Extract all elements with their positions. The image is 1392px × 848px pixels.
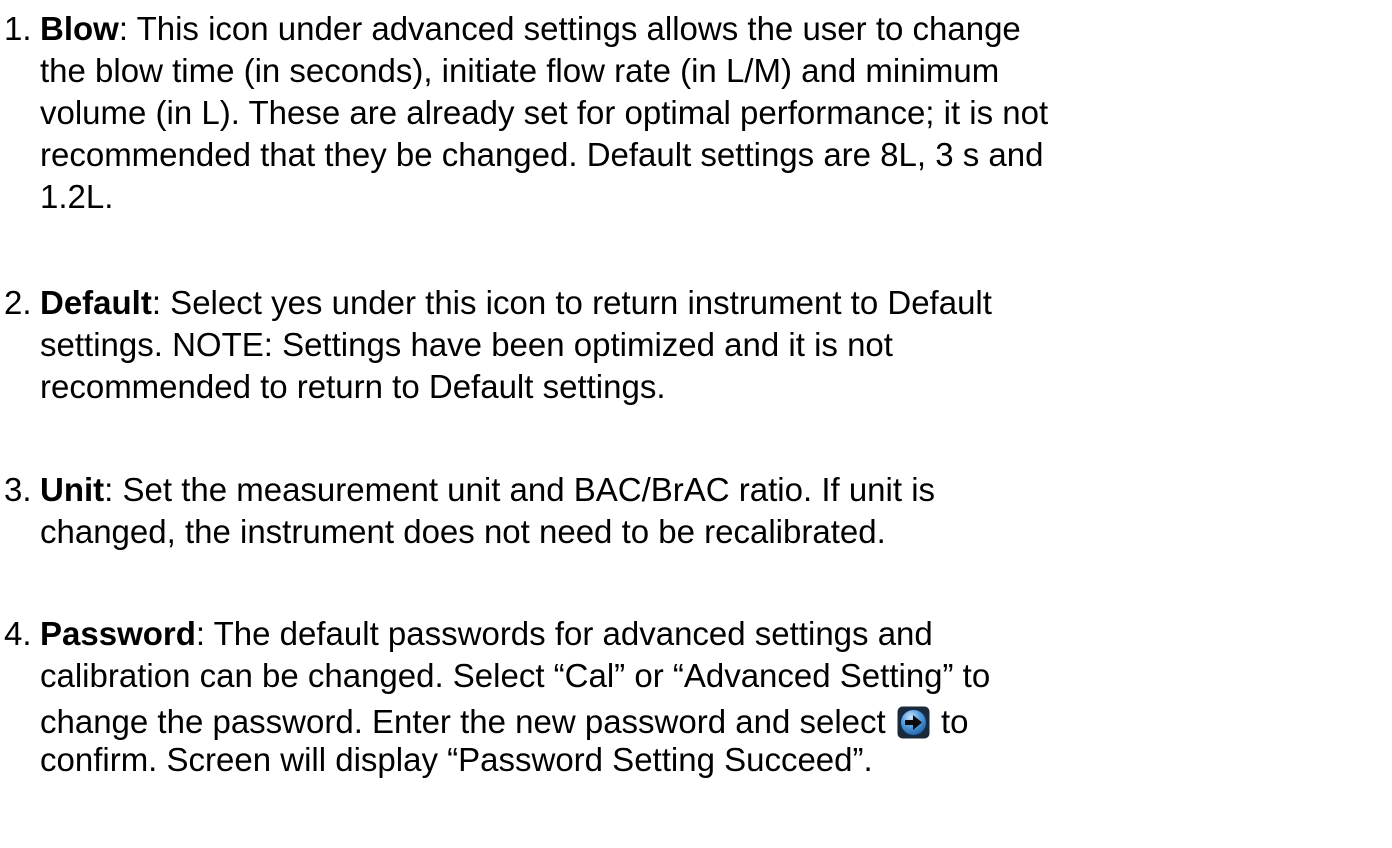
text-fragment: to: [931, 703, 969, 740]
text-line: changed, the instrument does not need to…: [40, 513, 886, 550]
text-line: recommended that they be changed. Defaul…: [40, 136, 1044, 173]
list-item-default: 2. Default: Select yes under this icon t…: [0, 282, 1392, 408]
list-item-body: Password: The default passwords for adva…: [40, 613, 1388, 781]
list-item-blow: 1. Blow: This icon under advanced settin…: [0, 8, 1392, 218]
list-number: 1.: [4, 10, 32, 47]
text-line: calibration can be changed. Select “Cal”…: [40, 657, 991, 694]
list-number: 3.: [4, 471, 32, 508]
text-line: recommended to return to Default setting…: [40, 368, 666, 405]
term-unit: Unit: [40, 471, 105, 508]
term-default: Default: [40, 284, 152, 321]
arrow-right-circle-icon: [897, 703, 930, 739]
document-page: 1. Blow: This icon under advanced settin…: [0, 0, 1392, 848]
text-line: confirm. Screen will display “Password S…: [40, 741, 873, 778]
list-item-body: Blow: This icon under advanced settings …: [40, 8, 1388, 218]
list-number: 4.: [4, 615, 32, 652]
text-fragment: change the password. Enter the new passw…: [40, 703, 895, 740]
text-fragment: : This icon under advanced settings allo…: [118, 10, 1021, 47]
list-number: 2.: [4, 284, 32, 321]
text-line: Unit: Set the measurement unit and BAC/B…: [40, 469, 1388, 511]
text-line: Password: The default passwords for adva…: [40, 613, 1388, 655]
text-fragment: : Select yes under this icon to return i…: [151, 284, 992, 321]
text-line: settings. NOTE: Settings have been optim…: [40, 326, 893, 363]
term-password: Password: [40, 615, 196, 652]
list-item-unit: 3. Unit: Set the measurement unit and BA…: [0, 469, 1392, 553]
list-item-password: 4. Password: The default passwords for a…: [0, 613, 1392, 781]
list-item-body: Unit: Set the measurement unit and BAC/B…: [40, 469, 1388, 553]
text-line: Blow: This icon under advanced settings …: [40, 8, 1388, 50]
text-line: 1.2L.: [40, 178, 114, 215]
text-fragment: : Set the measurement unit and BAC/BrAC …: [104, 471, 936, 508]
text-fragment: : The default passwords for advanced set…: [195, 615, 933, 652]
term-blow: Blow: [40, 10, 119, 47]
text-line: the blow time (in seconds), initiate flo…: [40, 52, 1000, 89]
text-line: Default: Select yes under this icon to r…: [40, 282, 1388, 324]
text-line: volume (in L). These are already set for…: [40, 94, 1049, 131]
list-item-body: Default: Select yes under this icon to r…: [40, 282, 1388, 408]
